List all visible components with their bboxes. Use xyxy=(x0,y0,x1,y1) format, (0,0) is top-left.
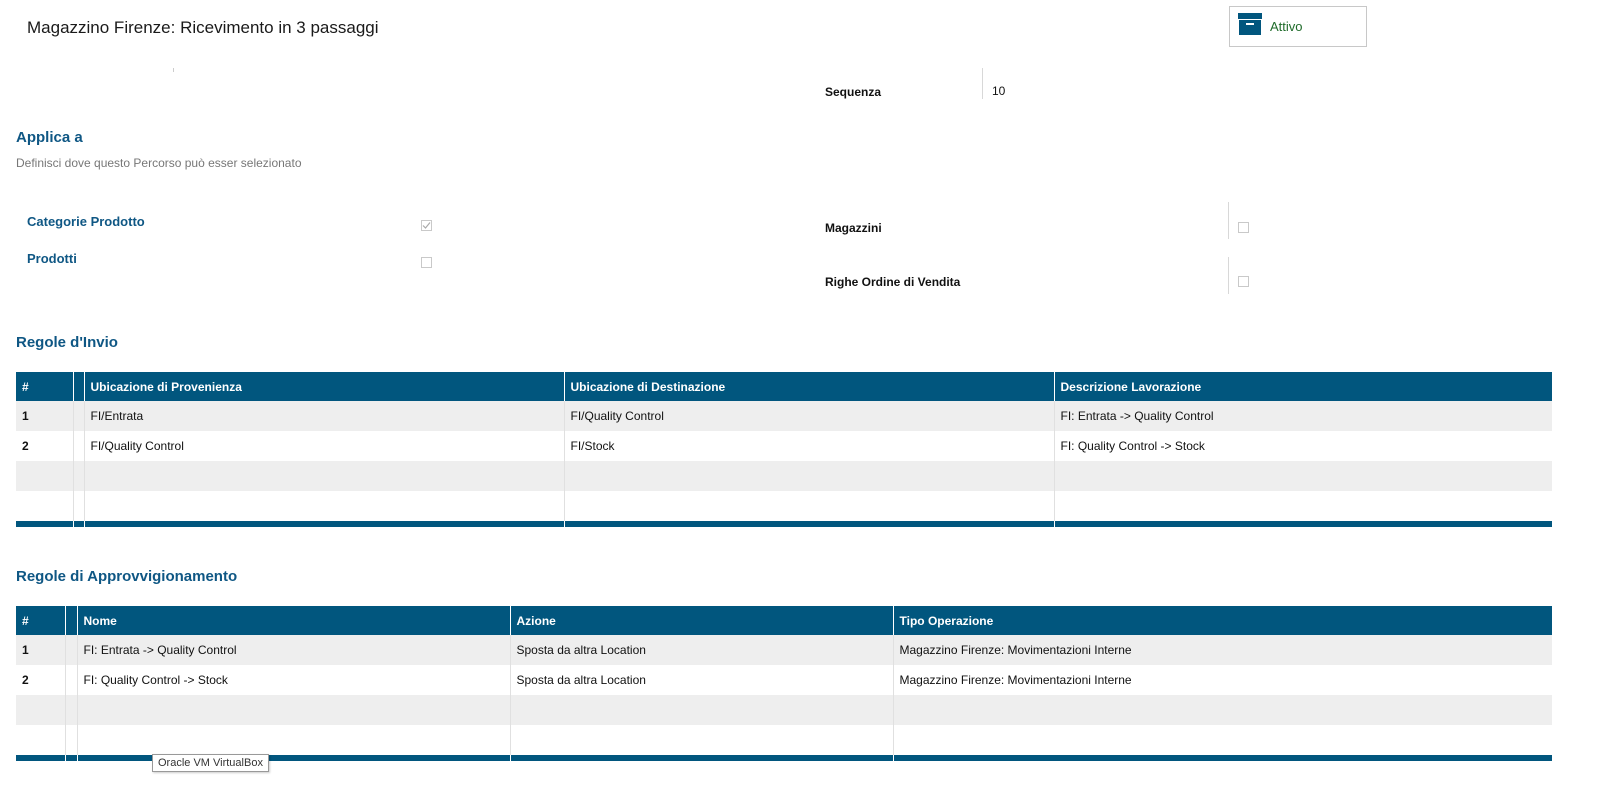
product-categories-checkbox[interactable] xyxy=(421,220,432,231)
destination-location-cell[interactable]: FI/Stock xyxy=(564,431,1055,461)
operation-type-cell[interactable]: Magazzino Firenze: Movimentazioni Intern… xyxy=(893,635,1552,665)
tooltip: Oracle VM VirtualBox xyxy=(152,754,269,772)
table-row[interactable]: 1 FI/Entrata FI/Quality Control FI: Entr… xyxy=(16,401,1552,431)
warehouses-checkbox[interactable] xyxy=(1238,222,1249,233)
column-header[interactable]: Descrizione Lavorazione xyxy=(1054,372,1552,401)
row-number: 1 xyxy=(16,635,66,665)
sequence-label: Sequenza xyxy=(825,85,882,99)
page-title: Magazzino Firenze: Ricevimento in 3 pass… xyxy=(27,18,379,37)
send-rules-table: # Ubicazione di Provenienza Ubicazione d… xyxy=(16,372,1553,527)
field-divider xyxy=(1228,202,1229,239)
table-footer xyxy=(16,521,1553,527)
empty-row xyxy=(16,695,1552,725)
table-header-row: # Nome Azione Tipo Operazione xyxy=(16,606,1552,635)
row-handle xyxy=(73,431,85,461)
row-handle xyxy=(73,401,85,431)
products-label: Prodotti xyxy=(27,251,77,266)
action-cell[interactable]: Sposta da altra Location xyxy=(510,665,894,695)
column-header[interactable]: # xyxy=(16,372,74,401)
row-number: 2 xyxy=(16,431,74,461)
field-divider xyxy=(173,68,174,72)
table-header-row: # Ubicazione di Provenienza Ubicazione d… xyxy=(16,372,1552,401)
product-categories-label: Categorie Prodotto xyxy=(27,214,145,229)
column-header xyxy=(73,372,85,401)
source-location-cell[interactable]: FI/Quality Control xyxy=(84,431,565,461)
column-header[interactable]: Ubicazione di Destinazione xyxy=(564,372,1055,401)
active-status-button[interactable]: Attivo xyxy=(1229,6,1367,47)
row-number: 2 xyxy=(16,665,66,695)
row-handle xyxy=(65,635,78,665)
column-header[interactable]: Tipo Operazione xyxy=(893,606,1552,635)
table-row[interactable]: 2 FI/Quality Control FI/Stock FI: Qualit… xyxy=(16,431,1552,461)
table-row[interactable]: 2 FI: Quality Control -> Stock Sposta da… xyxy=(16,665,1552,695)
archive-box-icon xyxy=(1238,12,1262,41)
column-header[interactable]: # xyxy=(16,606,66,635)
operation-description-cell[interactable]: FI: Entrata -> Quality Control xyxy=(1054,401,1552,431)
sales-order-lines-label: Righe Ordine di Vendita xyxy=(825,275,961,289)
column-header[interactable]: Ubicazione di Provenienza xyxy=(84,372,565,401)
operation-description-cell[interactable]: FI: Quality Control -> Stock xyxy=(1054,431,1552,461)
empty-row xyxy=(16,491,1552,521)
destination-location-cell[interactable]: FI/Quality Control xyxy=(564,401,1055,431)
operation-type-cell[interactable]: Magazzino Firenze: Movimentazioni Intern… xyxy=(893,665,1552,695)
column-header[interactable]: Nome xyxy=(77,606,511,635)
source-location-cell[interactable]: FI/Entrata xyxy=(84,401,565,431)
rule-name-cell[interactable]: FI: Quality Control -> Stock xyxy=(77,665,511,695)
action-cell[interactable]: Sposta da altra Location xyxy=(510,635,894,665)
field-divider xyxy=(1228,257,1229,294)
empty-row xyxy=(16,725,1552,755)
sequence-value[interactable]: 10 xyxy=(992,84,1005,98)
apply-to-title: Applica a xyxy=(16,129,83,146)
warehouses-label: Magazzini xyxy=(825,221,882,235)
checkmark-icon xyxy=(422,222,431,229)
row-number: 1 xyxy=(16,401,74,431)
procurement-rules-table: # Nome Azione Tipo Operazione 1 FI: Entr… xyxy=(16,606,1553,761)
apply-to-subtitle: Definisci dove questo Percorso può esser… xyxy=(16,156,302,170)
rule-name-cell[interactable]: FI: Entrata -> Quality Control xyxy=(77,635,511,665)
table-row[interactable]: 1 FI: Entrata -> Quality Control Sposta … xyxy=(16,635,1552,665)
field-divider xyxy=(982,68,983,99)
products-checkbox[interactable] xyxy=(421,257,432,268)
empty-row xyxy=(16,461,1552,491)
procurement-rules-title: Regole di Approvvigionamento xyxy=(16,568,238,585)
column-header xyxy=(65,606,78,635)
row-handle xyxy=(65,665,78,695)
send-rules-title: Regole d'Invio xyxy=(16,334,118,351)
column-header[interactable]: Azione xyxy=(510,606,894,635)
status-label: Attivo xyxy=(1270,19,1303,34)
sales-order-lines-checkbox[interactable] xyxy=(1238,276,1249,287)
